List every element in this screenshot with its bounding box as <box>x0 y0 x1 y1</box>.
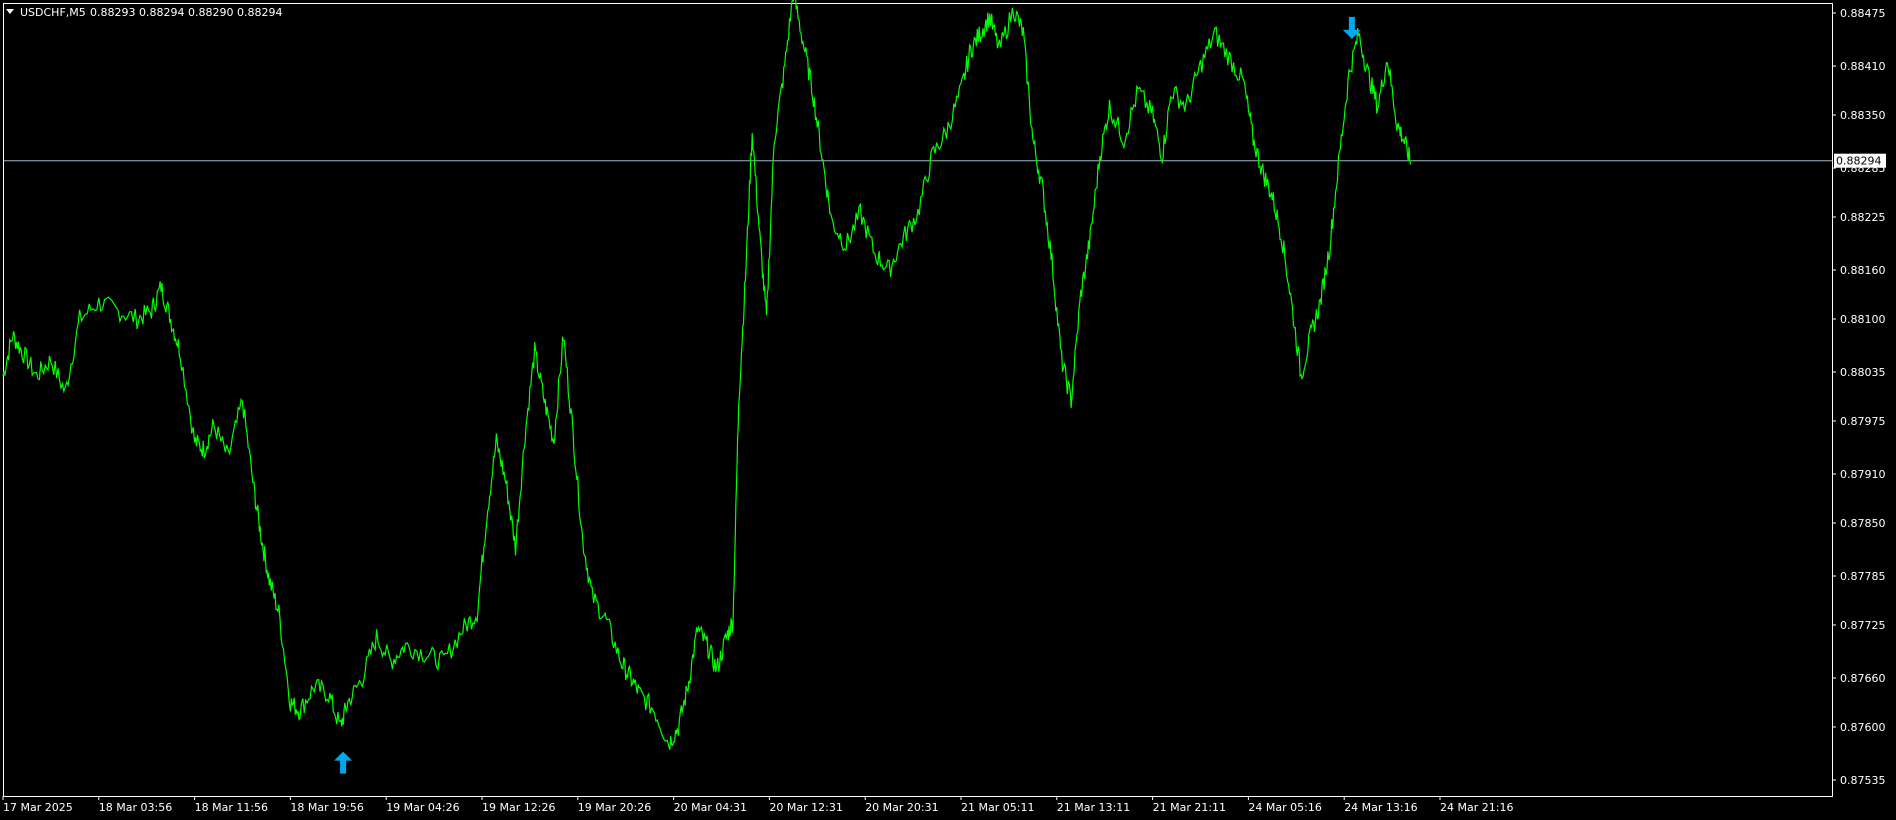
x-tick-label: 24 Mar 21:16 <box>1440 801 1513 814</box>
y-tick-label: 0.87785 <box>1840 570 1886 583</box>
y-tick-label: 0.87535 <box>1840 774 1886 787</box>
x-tick-label: 24 Mar 05:16 <box>1248 801 1321 814</box>
y-tick-label: 0.88035 <box>1840 366 1886 379</box>
current-price-value: 0.88294 <box>1836 155 1882 168</box>
x-tick-label: 24 Mar 13:16 <box>1344 801 1417 814</box>
quote-label: 0.88293 0.88294 0.88290 0.88294 <box>90 6 282 19</box>
y-tick-label: 0.87850 <box>1840 517 1886 530</box>
x-tick-label: 18 Mar 11:56 <box>195 801 268 814</box>
y-tick-label: 0.88100 <box>1840 313 1886 326</box>
y-tick-label: 0.87910 <box>1840 468 1886 481</box>
x-tick-label: 20 Mar 20:31 <box>865 801 938 814</box>
y-tick-label: 0.87600 <box>1840 721 1886 734</box>
x-tick-label: 20 Mar 12:31 <box>769 801 842 814</box>
x-tick-label: 19 Mar 12:26 <box>482 801 555 814</box>
y-tick-label: 0.87660 <box>1840 672 1886 685</box>
chart-canvas[interactable]: USDCHF,M5 0.88293 0.88294 0.88290 0.8829… <box>0 0 1896 820</box>
x-tick-label: 18 Mar 19:56 <box>290 801 363 814</box>
symbol-label: USDCHF,M5 <box>20 6 86 19</box>
y-tick-label: 0.87725 <box>1840 619 1886 632</box>
y-tick-label: 0.88410 <box>1840 60 1886 73</box>
x-tick-label: 20 Mar 04:31 <box>674 801 747 814</box>
x-tick-label: 18 Mar 03:56 <box>99 801 172 814</box>
y-tick-label: 0.88160 <box>1840 264 1886 277</box>
current-price-label: 0.88294 <box>1834 153 1886 168</box>
x-tick-label: 21 Mar 13:11 <box>1057 801 1130 814</box>
y-tick-label: 0.88225 <box>1840 211 1886 224</box>
x-tick-label: 17 Mar 2025 <box>3 801 73 814</box>
chart-header[interactable]: USDCHF,M5 0.88293 0.88294 0.88290 0.8829… <box>6 6 282 19</box>
x-tick-label: 19 Mar 20:26 <box>578 801 651 814</box>
x-tick-label: 21 Mar 21:11 <box>1153 801 1226 814</box>
x-tick-label: 19 Mar 04:26 <box>386 801 459 814</box>
y-tick-label: 0.87975 <box>1840 415 1886 428</box>
y-tick-label: 0.88475 <box>1840 7 1886 20</box>
x-tick-label: 21 Mar 05:11 <box>961 801 1034 814</box>
y-tick-label: 0.88350 <box>1840 109 1886 122</box>
